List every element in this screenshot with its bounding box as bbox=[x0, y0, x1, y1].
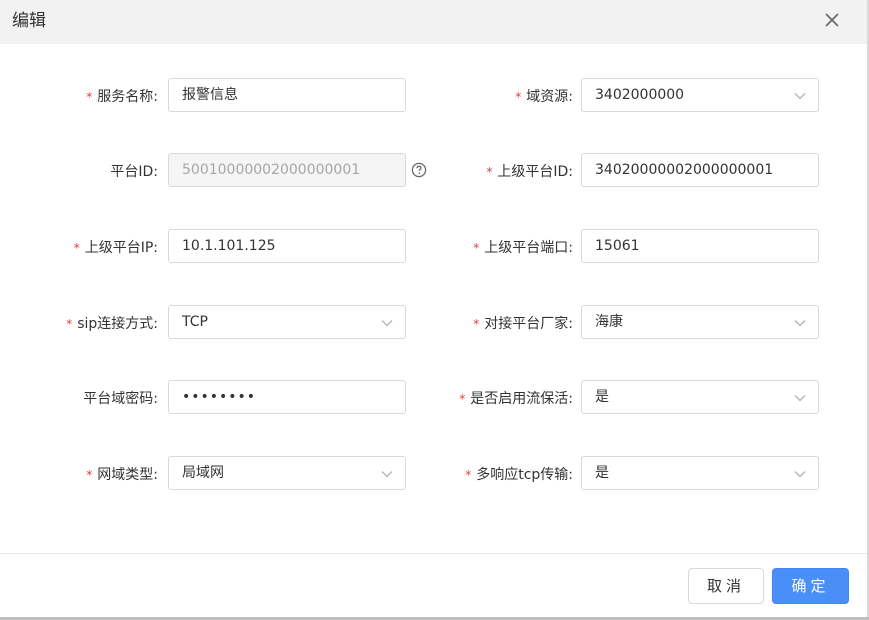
multi-response-tcp-select[interactable]: 是 bbox=[581, 456, 819, 490]
domain-source-label: * 域资源: bbox=[515, 89, 573, 105]
required-star: * bbox=[86, 90, 93, 104]
service-name-input[interactable]: 报警信息 bbox=[168, 78, 406, 112]
required-star: * bbox=[473, 317, 480, 331]
required-star: * bbox=[473, 241, 480, 255]
parent-platform-id-label: * 上级平台ID: bbox=[486, 164, 573, 180]
edit-dialog: 编辑 * 服务名称: 报警信息 * 域资源: 3402000000 平台ID: 50… bbox=[0, 0, 869, 620]
parent-platform-port-label: * 上级平台端口: bbox=[473, 240, 573, 256]
required-star: * bbox=[86, 468, 93, 482]
keepalive-select[interactable]: 是 bbox=[581, 380, 819, 414]
cancel-button[interactable]: 取消 bbox=[688, 568, 764, 604]
footer-divider bbox=[0, 553, 867, 554]
question-circle-icon[interactable] bbox=[411, 162, 427, 178]
required-star: * bbox=[66, 317, 73, 331]
parent-platform-port-input[interactable]: 15061 bbox=[581, 229, 819, 263]
chevron-down-icon bbox=[794, 320, 806, 327]
sip-connection-label: * sip连接方式: bbox=[66, 316, 158, 332]
parent-platform-ip-label: * 上级平台IP: bbox=[73, 240, 158, 256]
chevron-down-icon bbox=[381, 320, 393, 327]
service-name-label: * 服务名称: bbox=[86, 89, 158, 105]
required-star: * bbox=[515, 90, 522, 104]
network-type-select[interactable]: 局域网 bbox=[168, 456, 406, 490]
parent-platform-ip-input[interactable]: 10.1.101.125 bbox=[168, 229, 406, 263]
domain-password-label: 平台域密码: bbox=[83, 391, 158, 407]
required-star: * bbox=[465, 468, 472, 482]
network-type-label: * 网域类型: bbox=[86, 467, 158, 483]
domain-source-select[interactable]: 3402000000 bbox=[581, 78, 819, 112]
platform-id-label: 平台ID: bbox=[110, 164, 158, 180]
platform-vendor-label: * 对接平台厂家: bbox=[473, 316, 573, 332]
chevron-down-icon bbox=[794, 471, 806, 478]
required-star: * bbox=[486, 165, 493, 179]
chevron-down-icon bbox=[794, 395, 806, 402]
keepalive-label: * 是否启用流保活: bbox=[459, 391, 573, 407]
platform-vendor-select[interactable]: 海康 bbox=[581, 305, 819, 339]
platform-id-input: 50010000002000000001 bbox=[168, 153, 406, 187]
ok-button[interactable]: 确定 bbox=[772, 568, 849, 604]
dialog-header: 编辑 bbox=[0, 0, 867, 44]
dialog-title: 编辑 bbox=[12, 11, 46, 31]
required-star: * bbox=[73, 241, 80, 255]
close-icon[interactable] bbox=[820, 8, 844, 32]
chevron-down-icon bbox=[381, 471, 393, 478]
required-star: * bbox=[459, 392, 466, 406]
chevron-down-icon bbox=[794, 93, 806, 100]
domain-password-input[interactable]: •••••••• bbox=[168, 380, 406, 414]
multi-response-tcp-label: * 多响应tcp传输: bbox=[465, 467, 573, 483]
sip-connection-select[interactable]: TCP bbox=[168, 305, 406, 339]
parent-platform-id-input[interactable]: 34020000002000000001 bbox=[581, 153, 819, 187]
